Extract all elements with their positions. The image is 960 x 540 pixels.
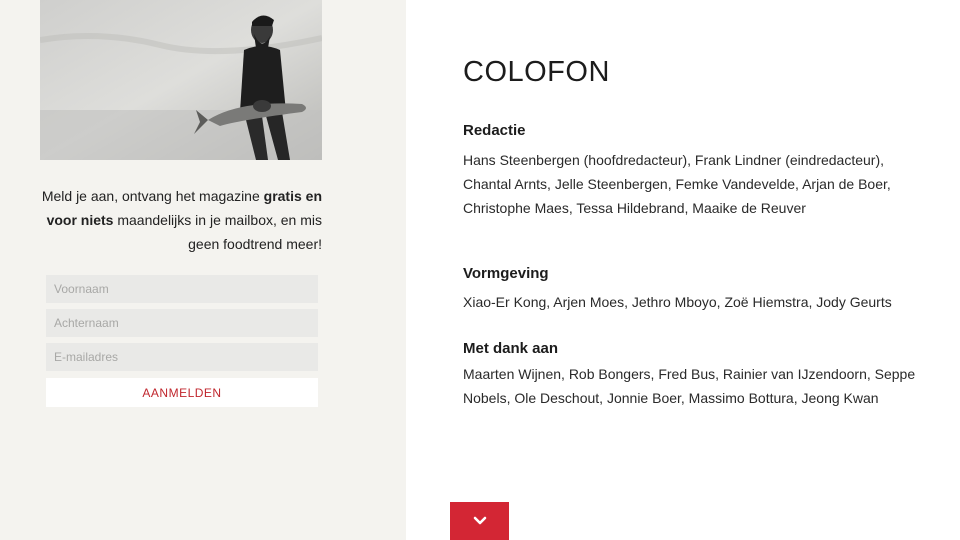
section-text-vormgeving: Xiao-Er Kong, Arjen Moes, Jethro Mboyo, … (463, 294, 892, 310)
scroll-down-button[interactable] (450, 502, 509, 540)
chef-photo (40, 0, 322, 160)
section-text-met-dank-aan: Maarten Wijnen, Rob Bongers, Fred Bus, R… (463, 366, 916, 406)
section-heading-vormgeving: Vormgeving (463, 265, 549, 282)
signup-panel: Meld je aan, ontvang het magazine gratis… (0, 0, 406, 540)
section-heading-redactie: Redactie (463, 122, 526, 139)
section-text-redactie: Hans Steenbergen (hoofdredacteur), Frank… (463, 152, 891, 216)
page-title: COLOFON (463, 56, 610, 88)
lastname-input[interactable] (46, 309, 318, 337)
signup-text-post: maandelijks in je mailbox, en mis geen f… (113, 212, 322, 252)
signup-button[interactable]: AANMELDEN (46, 378, 318, 407)
firstname-input[interactable] (46, 275, 318, 303)
signup-description: Meld je aan, ontvang het magazine gratis… (30, 184, 322, 256)
chevron-down-icon (473, 514, 487, 529)
signup-text-pre: Meld je aan, ontvang het magazine (41, 188, 264, 204)
section-heading-met-dank-aan: Met dank aan (463, 340, 559, 357)
email-input[interactable] (46, 343, 318, 371)
